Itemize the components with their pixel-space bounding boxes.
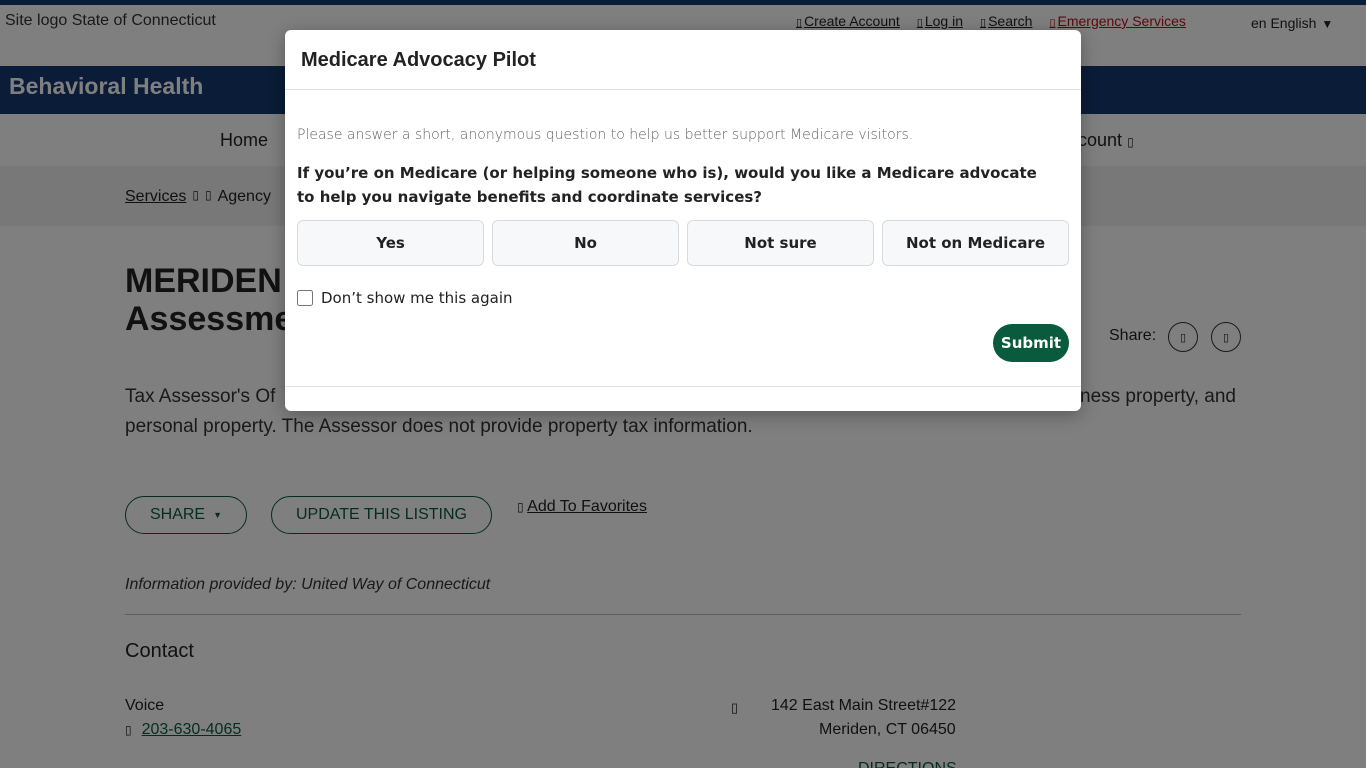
modal-header: Medicare Advocacy Pilot	[285, 30, 1081, 90]
dont-show-label: Don’t show me this again	[321, 289, 513, 307]
option-not-on-medicare-button[interactable]: Not on Medicare	[882, 220, 1069, 266]
dont-show-checkbox[interactable]	[297, 290, 313, 306]
modal-intro-text: Please answer a short, anonymous questio…	[297, 127, 914, 143]
modal-question: If you’re on Medicare (or helping someon…	[297, 164, 1037, 206]
submit-button[interactable]: Submit	[993, 324, 1069, 362]
modal-footer-divider	[285, 386, 1081, 387]
option-not-sure-button[interactable]: Not sure	[687, 220, 874, 266]
medicare-modal: Medicare Advocacy Pilot Please answer a …	[285, 30, 1081, 411]
modal-title: Medicare Advocacy Pilot	[301, 49, 536, 71]
option-no-button[interactable]: No	[492, 220, 679, 266]
dont-show-again[interactable]: Don’t show me this again	[297, 289, 513, 307]
option-yes-button[interactable]: Yes	[297, 220, 484, 266]
